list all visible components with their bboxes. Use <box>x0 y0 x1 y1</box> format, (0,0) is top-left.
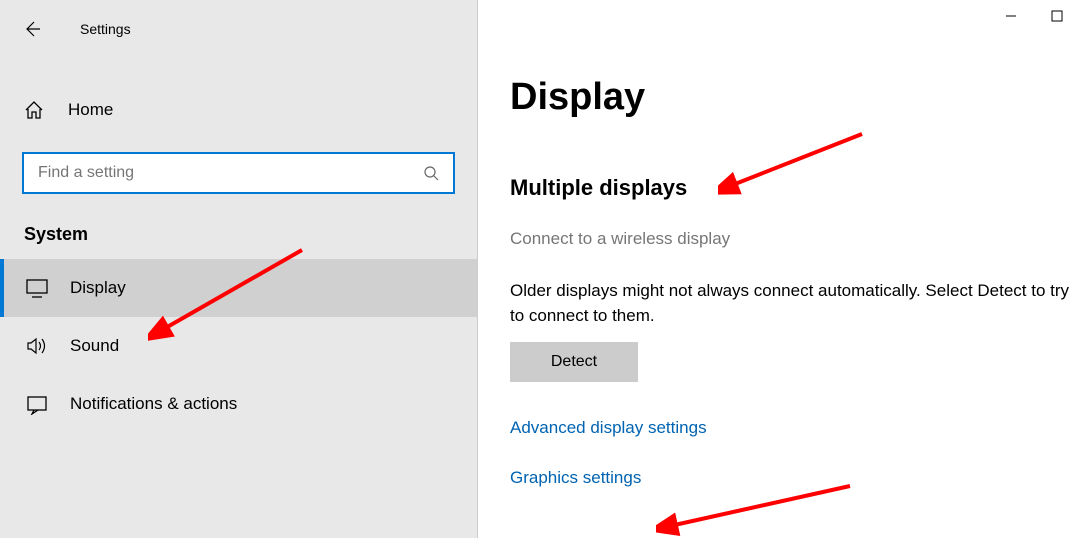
back-arrow-icon <box>23 20 41 38</box>
search-box[interactable] <box>22 152 455 194</box>
detect-button[interactable]: Detect <box>510 342 638 382</box>
home-icon <box>24 100 44 120</box>
sidebar-item-display[interactable]: Display <box>0 259 477 317</box>
sidebar-item-label: Notifications & actions <box>70 394 237 414</box>
older-displays-text: Older displays might not always connect … <box>510 279 1070 328</box>
search-icon <box>423 165 439 181</box>
monitor-icon <box>26 277 48 299</box>
window-controls <box>988 0 1080 32</box>
sidebar-item-label: Sound <box>70 336 119 356</box>
sidebar-item-home[interactable]: Home <box>0 88 477 132</box>
maximize-button[interactable] <box>1034 0 1080 32</box>
graphics-settings-link[interactable]: Graphics settings <box>510 468 1080 488</box>
page-title: Display <box>510 76 1080 119</box>
multiple-displays-heading: Multiple displays <box>510 175 1080 201</box>
back-button[interactable] <box>20 17 44 41</box>
sidebar-item-sound[interactable]: Sound <box>0 317 477 375</box>
maximize-icon <box>1051 10 1063 22</box>
app-title: Settings <box>80 21 131 37</box>
sidebar-item-notifications[interactable]: Notifications & actions <box>0 375 477 433</box>
sidebar: Settings Home System D <box>0 0 478 538</box>
sidebar-item-label: Display <box>70 278 126 298</box>
section-header-system: System <box>0 194 477 259</box>
minimize-button[interactable] <box>988 0 1034 32</box>
main-content: Display Multiple displays Connect to a w… <box>478 0 1080 538</box>
notification-icon <box>26 393 48 415</box>
advanced-display-settings-link[interactable]: Advanced display settings <box>510 418 1080 438</box>
home-label: Home <box>68 100 113 120</box>
titlebar: Settings <box>0 0 477 48</box>
search-input[interactable] <box>38 164 423 182</box>
wireless-display-link[interactable]: Connect to a wireless display <box>510 229 1080 249</box>
search-container <box>22 152 455 194</box>
speaker-icon <box>26 335 48 357</box>
minimize-icon <box>1005 10 1017 22</box>
